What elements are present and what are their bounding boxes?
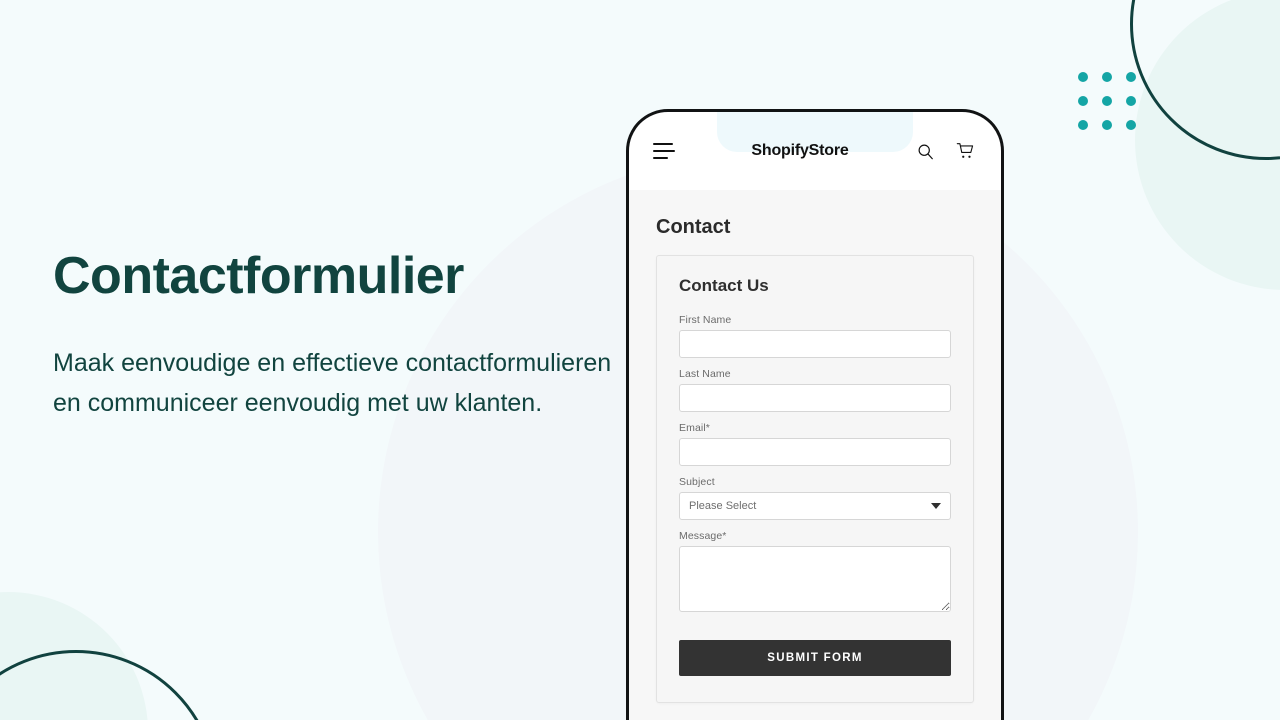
decorative-dot-grid-icon	[1078, 72, 1136, 130]
store-header: ShopifyStore	[629, 112, 1001, 190]
field-message: Message*	[679, 530, 951, 612]
message-label: Message*	[679, 530, 727, 542]
page-title: Contactformulier	[53, 247, 464, 305]
header-icon-group	[917, 142, 975, 160]
email-label: Email*	[679, 422, 710, 434]
contact-form-title: Contact Us	[679, 276, 769, 295]
subject-select[interactable]	[679, 492, 951, 520]
first-name-label: First Name	[679, 314, 732, 326]
subject-label: Subject	[679, 476, 715, 488]
hero-subcopy: Maak eenvoudige en effectieve contactfor…	[53, 349, 612, 418]
cart-icon[interactable]	[956, 142, 975, 160]
contact-page-heading: Contact	[656, 216, 731, 238]
contact-form-card: Contact Us First Name Last Name Email* S…	[656, 255, 974, 703]
search-icon[interactable]	[917, 143, 934, 160]
decorative-mint-circle-bottom-left	[0, 592, 148, 720]
field-last-name: Last Name	[679, 368, 951, 412]
store-page-body: Contact Contact Us First Name Last Name …	[629, 190, 1001, 720]
store-brand-name: ShopifyStore	[751, 142, 849, 159]
submit-form-button[interactable]: SUBMIT FORM	[679, 640, 951, 676]
message-input[interactable]	[679, 546, 951, 612]
phone-mockup: ShopifyStore Contact Contact Us First Na…	[626, 109, 1004, 720]
field-subject: Subject	[679, 476, 951, 520]
hamburger-menu-icon[interactable]	[653, 143, 675, 159]
last-name-input[interactable]	[679, 384, 951, 412]
last-name-label: Last Name	[679, 368, 731, 380]
subject-select-wrap	[679, 492, 951, 520]
field-first-name: First Name	[679, 314, 951, 358]
hero-copy: Contactformulier Maak eenvoudige en effe…	[53, 247, 613, 423]
email-input[interactable]	[679, 438, 951, 466]
slide-canvas: Contactformulier Maak eenvoudige en effe…	[0, 0, 1280, 720]
first-name-input[interactable]	[679, 330, 951, 358]
decorative-ring-top-right	[1130, 0, 1280, 160]
decorative-ring-bottom-left	[0, 650, 218, 720]
decorative-mint-circle-top-right	[1135, 0, 1280, 290]
field-email: Email*	[679, 422, 951, 466]
